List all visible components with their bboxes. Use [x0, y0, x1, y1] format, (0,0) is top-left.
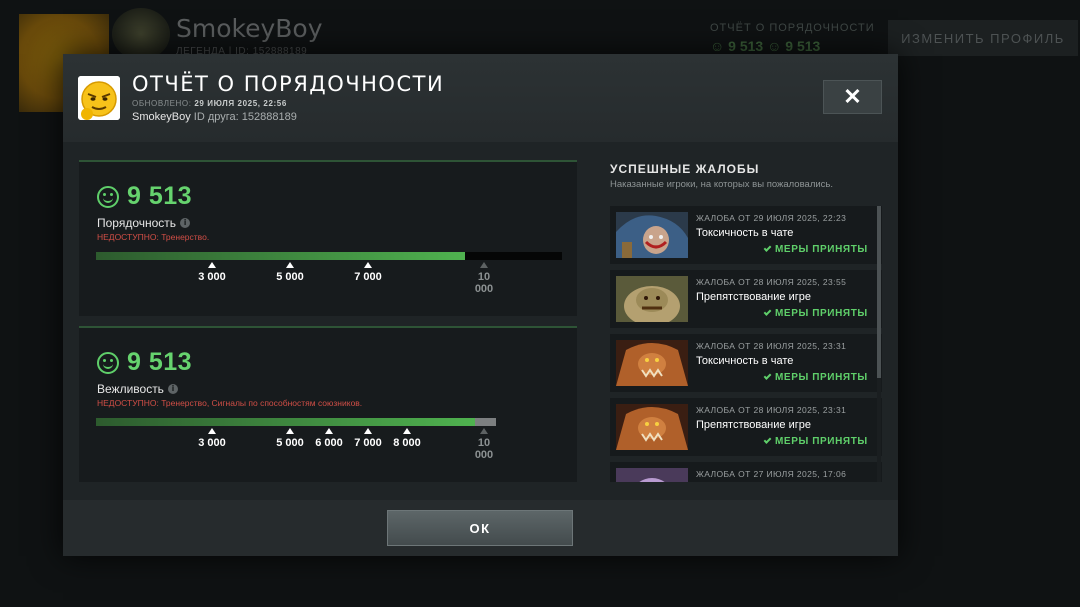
hero-portrait-unknown — [616, 468, 688, 482]
modal-footer: ОК — [63, 500, 898, 556]
reports-scrollbar-thumb[interactable] — [877, 206, 881, 378]
profile-name: SmokeyBoy — [176, 14, 323, 43]
politeness-tick-10000: 10 000 — [470, 428, 498, 461]
politeness-score-panel: 9 513 Вежливость i НЕДОСТУПНО: Тренерств… — [79, 326, 577, 482]
politeness-score-row: 9 513 — [97, 348, 192, 377]
user-line: SmokeyBoy ID друга: 152888189 — [132, 111, 297, 123]
report-date: ЖАЛОБА ОТ 28 ИЮЛЯ 2025, 23:31 — [696, 341, 847, 351]
conduct-unavailable: НЕДОСТУПНО: Тренерство. — [97, 232, 210, 242]
politeness-tick-5000: 5 000 — [270, 428, 310, 449]
conduct-label-row: Порядочность i — [97, 216, 191, 230]
close-icon: ✕ — [843, 84, 862, 109]
politeness-label: Вежливость — [97, 382, 164, 396]
smiley-icon — [97, 351, 119, 374]
modal-body: 9 513 Порядочность i НЕДОСТУПНО: Тренерс… — [63, 142, 898, 500]
ok-button[interactable]: ОК — [387, 510, 573, 546]
politeness-score: 9 513 — [127, 348, 193, 376]
friend-id-label: ID друга: — [193, 111, 239, 123]
politeness-label-row: Вежливость i — [97, 382, 178, 396]
conduct-tick-7000: 7 000 — [348, 262, 388, 283]
modal-title: ОТЧЁТ О ПОРЯДОЧНОСТИ — [132, 72, 445, 96]
conduct-label: Порядочность — [97, 216, 177, 230]
politeness-tick-8000: 8 000 — [387, 428, 427, 449]
smiley-icon — [97, 185, 119, 208]
conduct-tick-3000: 3 000 — [192, 262, 232, 283]
report-item[interactable]: ЖАЛОБА ОТ 28 ИЮЛЯ 2025, 23:31 Токсичност… — [610, 334, 882, 392]
updated-value: 29 ИЮЛЯ 2025, 22:56 — [194, 99, 287, 108]
politeness-tick-3000: 3 000 — [192, 428, 232, 449]
report-item[interactable]: ЖАЛОБА ОТ 29 ИЮЛЯ 2025, 22:23 Токсичност… — [610, 206, 882, 264]
report-date: ЖАЛОБА ОТ 29 ИЮЛЯ 2025, 22:23 — [696, 213, 847, 223]
rank-medal-icon — [112, 8, 170, 60]
edit-profile-button[interactable]: ИЗМЕНИТЬ ПРОФИЛЬ — [888, 20, 1078, 56]
report-item[interactable]: ЖАЛОБА ОТ 28 ИЮЛЯ 2025, 23:55 Препятство… — [610, 270, 882, 328]
reports-title: УСПЕШНЫЕ ЖАЛОБЫ — [610, 162, 760, 176]
conduct-score-panel: 9 513 Порядочность i НЕДОСТУПНО: Тренерс… — [79, 160, 577, 316]
info-icon[interactable]: i — [180, 218, 191, 228]
conduct-progress-bar — [96, 252, 562, 260]
close-button[interactable]: ✕ — [823, 80, 882, 114]
report-status: МЕРЫ ПРИНЯТЫ — [763, 372, 868, 383]
politeness-progress-bar — [96, 418, 496, 426]
report-reason: Препятствование игре — [696, 419, 811, 431]
check-icon — [763, 244, 772, 252]
user-avatar — [78, 76, 120, 120]
conduct-report-modal: ОТЧЁТ О ПОРЯДОЧНОСТИ ОБНОВЛЕНО: 29 ИЮЛЯ … — [63, 54, 898, 556]
report-status: МЕРЫ ПРИНЯТЫ — [763, 244, 868, 255]
politeness-tick-7000: 7 000 — [348, 428, 388, 449]
conduct-progress-fill — [96, 252, 465, 260]
report-date: ЖАЛОБА ОТ 27 ИЮЛЯ 2025, 17:06 — [696, 469, 847, 479]
profile-conduct-values: ☺ 9 513 ☺ 9 513 — [710, 38, 821, 54]
info-icon[interactable]: i — [167, 384, 178, 394]
modal-header: ОТЧЁТ О ПОРЯДОЧНОСТИ ОБНОВЛЕНО: 29 ИЮЛЯ … — [63, 54, 898, 142]
check-icon — [763, 372, 772, 380]
updated-label: ОБНОВЛЕНО: — [132, 99, 192, 108]
hero-portrait-lifestealer — [616, 340, 688, 386]
report-reason: Препятствование игре — [696, 291, 811, 303]
check-icon — [763, 436, 772, 444]
check-icon — [763, 308, 772, 316]
conduct-score-row: 9 513 — [97, 182, 192, 211]
hero-portrait-meepo — [616, 212, 688, 258]
reports-list[interactable]: ЖАЛОБА ОТ 29 ИЮЛЯ 2025, 22:23 Токсичност… — [610, 206, 882, 482]
report-item[interactable]: ЖАЛОБА ОТ 27 ИЮЛЯ 2025, 17:06 — [610, 462, 882, 482]
report-reason: Токсичность в чате — [696, 355, 794, 367]
report-status: МЕРЫ ПРИНЯТЫ — [763, 308, 868, 319]
friend-id: 152888189 — [241, 111, 297, 123]
reports-subtitle: Наказанные игроки, на которых вы пожалов… — [610, 179, 834, 190]
conduct-score: 9 513 — [127, 182, 193, 210]
report-date: ЖАЛОБА ОТ 28 ИЮЛЯ 2025, 23:31 — [696, 405, 847, 415]
report-status: МЕРЫ ПРИНЯТЫ — [763, 436, 868, 447]
hero-portrait-lifestealer — [616, 404, 688, 450]
reports-scrollbar[interactable] — [877, 206, 881, 482]
username: SmokeyBoy — [132, 111, 191, 123]
report-date: ЖАЛОБА ОТ 28 ИЮЛЯ 2025, 23:55 — [696, 277, 847, 287]
report-reason: Токсичность в чате — [696, 227, 794, 239]
profile-conduct-label: ОТЧЁТ О ПОРЯДОЧНОСТИ — [710, 22, 875, 34]
politeness-progress-fill — [96, 418, 475, 426]
hero-portrait-pudge — [616, 276, 688, 322]
conduct-tick-5000: 5 000 — [270, 262, 310, 283]
politeness-progress-remaining — [475, 418, 496, 426]
politeness-unavailable: НЕДОСТУПНО: Тренерство, Сигналы по спосо… — [97, 398, 363, 408]
updated-timestamp: ОБНОВЛЕНО: 29 ИЮЛЯ 2025, 22:56 — [132, 99, 287, 108]
conduct-tick-10000: 10 000 — [470, 262, 498, 295]
politeness-tick-6000: 6 000 — [309, 428, 349, 449]
report-item[interactable]: ЖАЛОБА ОТ 28 ИЮЛЯ 2025, 23:31 Препятство… — [610, 398, 882, 456]
